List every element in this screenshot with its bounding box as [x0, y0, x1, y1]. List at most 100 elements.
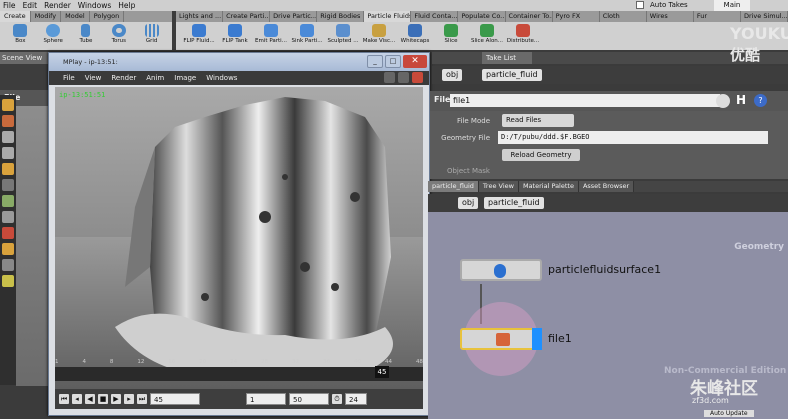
mplay-menu-view[interactable]: View	[85, 71, 102, 85]
end-frame-field[interactable]: 50	[289, 393, 329, 405]
camera-tool-icon[interactable]	[2, 259, 14, 271]
jump-end-icon[interactable]: ⏭	[137, 394, 147, 404]
shelf-tab-fur[interactable]: Fur	[694, 11, 741, 22]
compare-icon[interactable]	[398, 72, 409, 83]
scale-tool-icon[interactable]	[2, 147, 14, 159]
mplay-menu-render[interactable]: Render	[111, 71, 136, 85]
net-path-root-obj[interactable]: obj	[458, 197, 479, 209]
auto-takes-checkbox[interactable]	[636, 1, 644, 9]
tool-flip-tank[interactable]: FLIP Tank	[220, 24, 250, 48]
gear-icon[interactable]	[716, 94, 730, 108]
play-icon[interactable]: ▶	[111, 394, 121, 404]
tab-asset-browser[interactable]: Asset Browser	[578, 181, 635, 192]
jump-start-icon[interactable]: ⏮	[59, 394, 69, 404]
tab-particle-fluid[interactable]: particle_fluid	[428, 181, 479, 192]
realtime-icon[interactable]: ⏱	[332, 394, 342, 404]
mplay-menu-file[interactable]: File	[63, 71, 75, 85]
net-path-node[interactable]: particle_fluid	[484, 197, 544, 209]
tool-box[interactable]: Box	[6, 24, 35, 48]
reload-geometry-button[interactable]: Reload Geometry	[502, 149, 580, 161]
mplay-menu-anim[interactable]: Anim	[146, 71, 164, 85]
shelf-tab-particle-fluids[interactable]: Particle Fluids	[364, 11, 412, 22]
move-tool-icon[interactable]	[2, 115, 14, 127]
tool-torus[interactable]: Torus	[104, 24, 133, 48]
file-node[interactable]	[460, 328, 542, 350]
view-tool-icon[interactable]	[2, 211, 14, 223]
shelf-tab-modify[interactable]: Modify	[31, 11, 62, 22]
node-name-field[interactable]: file1	[450, 94, 720, 107]
tool-sculpted[interactable]: Sculpted ...	[327, 24, 359, 48]
shelf-tab-cloth[interactable]: Cloth	[600, 11, 647, 22]
tool-tube[interactable]: Tube	[72, 24, 101, 48]
play-reverse-icon[interactable]: ◀	[85, 394, 95, 404]
mplay-menu-image[interactable]: Image	[174, 71, 196, 85]
fps-field[interactable]: 24	[345, 393, 367, 405]
auto-update-button[interactable]: Auto Update	[704, 410, 754, 417]
shelf-tab-container-tools[interactable]: Container To...	[506, 11, 553, 22]
tool-emit-particle[interactable]: Emit Parti...	[255, 24, 287, 48]
file-mode-select[interactable]: Read Files	[502, 114, 574, 127]
particlefluidsurface-node[interactable]	[460, 259, 542, 281]
shelf-tab-fluid-containers[interactable]: Fluid Conta...	[411, 11, 459, 22]
tool-sink-particle[interactable]: Sink Parti...	[291, 24, 323, 48]
menu-help[interactable]: Help	[118, 0, 135, 11]
snapshot-icon[interactable]	[384, 72, 395, 83]
geometry-file-field[interactable]: D:/T/pubu/ddd.$F.BGEO	[498, 131, 768, 144]
minimize-button[interactable]: _	[367, 55, 383, 68]
tab-tree-view[interactable]: Tree View	[478, 181, 519, 192]
mplay-image-view[interactable]: ip-13:51:51	[55, 87, 423, 389]
menu-render[interactable]: Render	[44, 0, 71, 11]
step-forward-icon[interactable]: ▸	[124, 394, 134, 404]
display-flag-icon[interactable]	[532, 328, 542, 350]
take-list-tab[interactable]: Take List	[482, 52, 532, 64]
shelf-tab-drive-simulation[interactable]: Drive Simul...	[741, 11, 788, 22]
tool-flip-fluid[interactable]: FLIP Fluid...	[183, 24, 215, 48]
tool-whitecaps[interactable]: Whitecaps	[400, 24, 430, 48]
rotate-tool-icon[interactable]	[2, 131, 14, 143]
brush-tool-icon[interactable]	[2, 195, 14, 207]
current-frame-marker[interactable]: 45	[375, 366, 389, 378]
shelf-tab-drive-particles[interactable]: Drive Partic...	[270, 11, 318, 22]
shelf-tab-wires[interactable]: Wires	[647, 11, 694, 22]
tool-slice[interactable]: Slice	[436, 24, 466, 48]
maximize-button[interactable]: □	[385, 55, 401, 68]
tool-slice-along[interactable]: Slice Alon...	[471, 24, 503, 48]
tool-distribute[interactable]: Distribute...	[507, 24, 539, 48]
help-h-icon[interactable]: H	[736, 93, 746, 107]
start-frame-field[interactable]: 1	[246, 393, 286, 405]
handle-tool-icon[interactable]	[2, 163, 14, 175]
tool-sphere[interactable]: Sphere	[39, 24, 68, 48]
snap-tool-icon[interactable]	[2, 227, 14, 239]
shelf-tab-rigid-bodies[interactable]: Rigid Bodies	[317, 11, 365, 22]
pose-tool-icon[interactable]	[2, 179, 14, 191]
menu-windows[interactable]: Windows	[78, 0, 111, 11]
help-icon[interactable]: ?	[754, 94, 767, 107]
desktop-select[interactable]: Main	[713, 0, 751, 11]
menu-file[interactable]: File	[3, 0, 16, 11]
frame-field[interactable]: 45	[150, 393, 200, 405]
mplay-menu-windows[interactable]: Windows	[206, 71, 237, 85]
path-node[interactable]: particle_fluid	[482, 69, 542, 81]
light-tool-icon[interactable]	[2, 275, 14, 287]
step-back-icon[interactable]: ◂	[72, 394, 82, 404]
close-button[interactable]: ✕	[403, 55, 427, 68]
sculpted-icon	[336, 24, 350, 37]
tool-make-viscous[interactable]: Make Visc...	[363, 24, 395, 48]
fluid-render-image	[55, 97, 423, 389]
timeline-bar[interactable]	[55, 367, 423, 381]
path-root-obj[interactable]: obj	[442, 69, 463, 81]
tool-grid[interactable]: Grid	[137, 24, 166, 48]
shelf-tab-pyro-fx[interactable]: Pyro FX	[553, 11, 600, 22]
menu-edit[interactable]: Edit	[23, 0, 38, 11]
select-tool-icon[interactable]	[2, 99, 14, 111]
render-tool-icon[interactable]	[2, 243, 14, 255]
stop-icon[interactable]: ■	[98, 394, 108, 404]
shelf-tab-model[interactable]: Model	[61, 11, 90, 22]
shelf-tab-populate-containers[interactable]: Populate Co...	[458, 11, 506, 22]
color-icon[interactable]	[412, 72, 423, 83]
shelf-tab-create[interactable]: Create	[0, 11, 31, 22]
shelf-tab-polygon[interactable]: Polygon	[90, 11, 125, 22]
shelf-tab-create-particles[interactable]: Create Parti...	[223, 11, 271, 22]
tab-material-palette[interactable]: Material Palette	[518, 181, 579, 192]
shelf-tab-lights[interactable]: Lights and ...	[176, 11, 224, 22]
